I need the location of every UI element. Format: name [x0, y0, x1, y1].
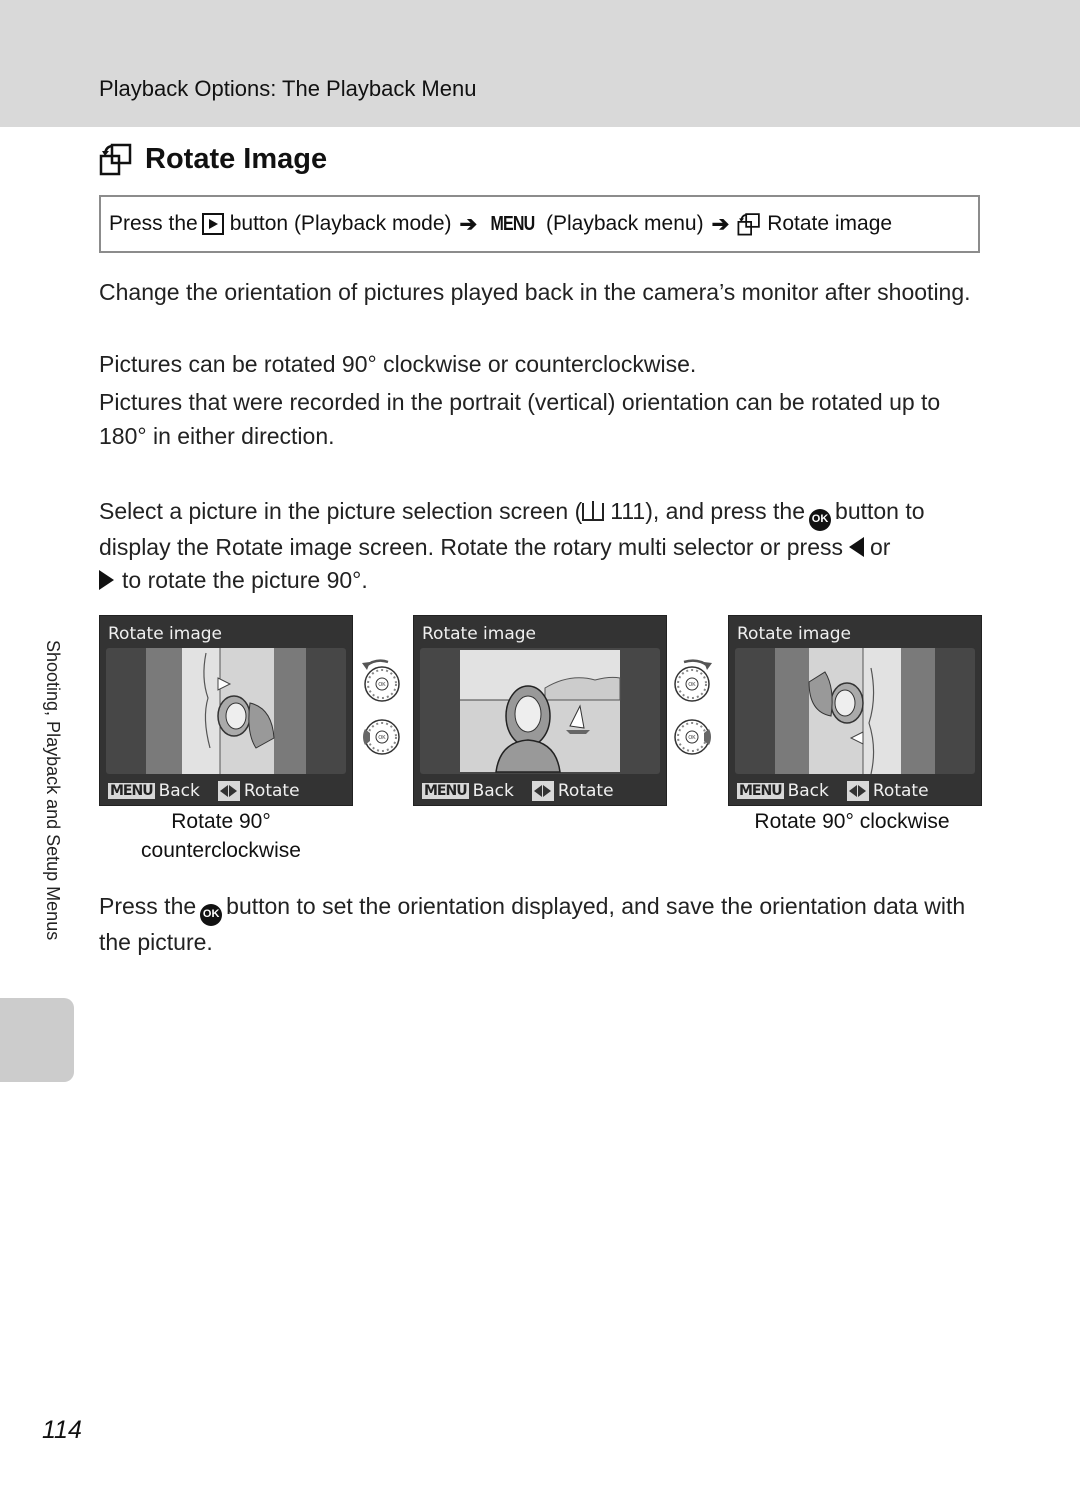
- back-label: Back: [787, 781, 829, 801]
- screen-footer: MENU Back Rotate: [108, 781, 300, 801]
- closing-text: Press the: [99, 893, 197, 919]
- portrait-photo-rotated-ccw: [146, 648, 306, 774]
- caption-cw: Rotate 90° clockwise: [754, 810, 950, 833]
- arrow-icon: ➔: [711, 212, 730, 236]
- closing-paragraph: Press the OK button to set the orientation…: [99, 890, 989, 959]
- screen-footer: MENU Back Rotate: [737, 781, 929, 801]
- ok-button-icon: OK: [809, 508, 832, 531]
- path-step-playback-menu: (Playback menu): [546, 212, 704, 235]
- rotate-label: Rotate: [557, 781, 614, 801]
- screen-preview: [420, 648, 660, 774]
- section-heading: Rotate Image: [99, 142, 327, 176]
- left-right-arrows-icon: [217, 781, 240, 801]
- svg-text:OK: OK: [688, 735, 696, 741]
- screen-preview: [106, 648, 346, 774]
- path-step-playback-mode: button (Playback mode): [229, 212, 452, 235]
- left-right-arrows-icon: [846, 781, 869, 801]
- instruction-text: or: [870, 533, 891, 560]
- left-right-arrows-icon: [531, 781, 554, 801]
- section-title: Rotate Image: [145, 142, 328, 175]
- landscape-photo-original: [460, 650, 621, 773]
- camera-screen-original: Rotate image MENU Back Rotate: [413, 615, 667, 806]
- menu-button-icon: MENU: [108, 783, 155, 799]
- instruction-text: to rotate the picture 90°.: [122, 567, 368, 594]
- rotate-image-icon: [99, 143, 132, 176]
- screen-footer: MENU Back Rotate: [422, 781, 614, 801]
- rotary-dial-cw-icon: OK: [674, 659, 712, 702]
- running-header-title: Playback Options: The Playback Menu: [99, 76, 477, 101]
- menu-path-box: Press the button (Playback mode) ➔ MENU …: [99, 195, 980, 253]
- rotate-label: Rotate: [243, 781, 300, 801]
- rotate-label: Rotate: [872, 781, 929, 801]
- caption-line: counterclockwise: [141, 839, 301, 862]
- svg-text:OK: OK: [688, 682, 696, 688]
- screen-title: Rotate image: [422, 624, 537, 644]
- left-arrow-icon: [849, 536, 865, 557]
- paragraph: Change the orientation of pictures playe…: [99, 279, 971, 305]
- chapter-tab: [0, 998, 74, 1082]
- running-header: Playback Options: The Playback Menu: [0, 0, 1080, 127]
- closing-text: button to set the orientation displayed,…: [99, 893, 966, 955]
- caption-ccw: Rotate 90° counterclockwise: [99, 807, 343, 865]
- rotate-image-icon: [737, 213, 760, 236]
- book-icon: [582, 501, 605, 521]
- right-arrow-icon: [99, 570, 114, 591]
- ok-button-icon: OK: [200, 903, 223, 926]
- instruction-text: Select a picture in the picture selectio…: [99, 498, 583, 524]
- menu-button-icon: MENU: [422, 783, 469, 799]
- svg-text:OK: OK: [378, 735, 386, 741]
- path-prefix: Press the: [109, 212, 198, 235]
- chapter-side-label: Shooting, Playback and Setup Menus: [43, 640, 63, 941]
- page-number: 114: [42, 1416, 82, 1444]
- screen-title: Rotate image: [108, 624, 223, 644]
- paragraph: Pictures can be rotated 90° clockwise or…: [99, 351, 697, 377]
- camera-screen-cw: Rotate image MENU Back Rotate: [728, 615, 982, 806]
- back-label: Back: [158, 781, 200, 801]
- page-reference: 111), and press the: [610, 498, 806, 524]
- caption-line: Rotate 90°: [171, 810, 271, 833]
- playback-button-icon: [201, 213, 224, 235]
- arrow-icon: ➔: [459, 212, 478, 236]
- svg-text:OK: OK: [378, 682, 386, 688]
- screen-title: Rotate image: [737, 624, 852, 644]
- back-label: Back: [472, 781, 514, 801]
- instruction-paragraph: Select a picture in the picture selectio…: [99, 495, 989, 598]
- menu-button-icon: MENU: [490, 212, 536, 235]
- paragraph: Pictures that were recorded in the portr…: [99, 389, 941, 449]
- portrait-photo-rotated-cw: [775, 648, 935, 774]
- camera-screen-ccw: Rotate image MENU Back Rotate: [99, 615, 353, 806]
- menu-button-icon: MENU: [737, 783, 784, 799]
- multi-selector-right-icon: OK: [674, 719, 711, 755]
- multi-selector-left-icon: OK: [363, 719, 400, 755]
- path-step-rotate-image: Rotate image: [767, 212, 893, 235]
- rotary-dial-ccw-icon: OK: [362, 659, 400, 702]
- screen-preview: [735, 648, 975, 774]
